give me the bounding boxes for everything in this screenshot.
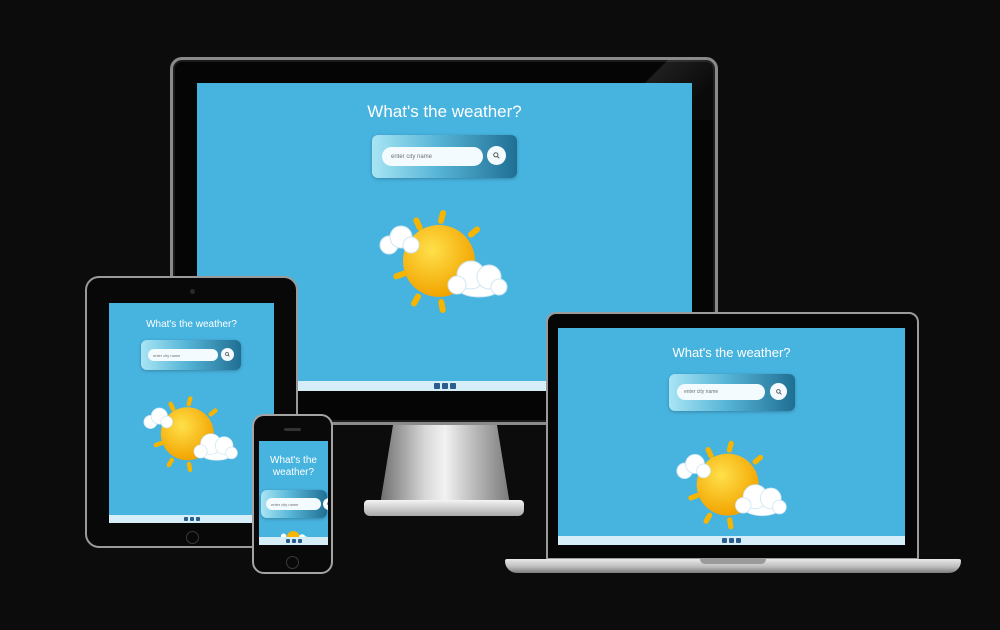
search-icon xyxy=(493,152,500,159)
twitter-icon[interactable] xyxy=(291,539,296,543)
monitor-base xyxy=(364,500,524,516)
search-button[interactable] xyxy=(323,498,328,510)
facebook-icon[interactable] xyxy=(722,538,727,543)
search-icon xyxy=(327,502,328,505)
search-box xyxy=(372,135,517,178)
home-button xyxy=(286,556,299,569)
home-button xyxy=(186,531,199,544)
twitter-icon[interactable] xyxy=(441,383,448,389)
page-title: What's the weather? xyxy=(672,345,791,360)
search-button[interactable] xyxy=(770,383,787,400)
phone-screen: What's the weather? xyxy=(259,441,328,545)
monitor-stand xyxy=(380,425,510,505)
search-input[interactable] xyxy=(266,498,321,510)
instagram-icon[interactable] xyxy=(297,539,302,543)
mockup-stage: What's the weather? enter city name What… xyxy=(0,0,1000,630)
facebook-icon[interactable] xyxy=(285,539,290,543)
search-icon xyxy=(775,388,782,395)
partly-sunny-icon xyxy=(379,207,509,317)
page-footer xyxy=(259,537,328,545)
instagram-icon[interactable] xyxy=(449,383,456,389)
instagram-icon[interactable] xyxy=(736,538,741,543)
page-footer xyxy=(109,515,274,523)
instagram-icon[interactable] xyxy=(195,517,200,521)
search-input[interactable] xyxy=(382,147,483,166)
search-input[interactable] xyxy=(677,384,765,400)
search-box xyxy=(141,340,241,370)
page-title: What's the weather? xyxy=(367,102,522,121)
page-footer xyxy=(558,536,905,545)
search-input[interactable] xyxy=(148,349,218,361)
page-title: What's the weather? xyxy=(146,319,237,330)
search-button[interactable] xyxy=(221,348,234,361)
search-button[interactable] xyxy=(487,146,506,165)
facebook-icon[interactable] xyxy=(433,383,440,389)
laptop-screen: What's the weather? xyxy=(558,328,905,545)
twitter-icon[interactable] xyxy=(189,517,194,521)
search-box xyxy=(261,490,328,518)
twitter-icon[interactable] xyxy=(729,538,734,543)
search-box xyxy=(669,374,795,411)
search-icon xyxy=(225,352,230,357)
partly-sunny-icon xyxy=(676,438,788,533)
partly-sunny-icon xyxy=(143,394,239,475)
tablet-screen: What's the weather? xyxy=(109,303,274,523)
facebook-icon[interactable] xyxy=(183,517,188,521)
page-title: What's the weather? xyxy=(270,455,317,478)
